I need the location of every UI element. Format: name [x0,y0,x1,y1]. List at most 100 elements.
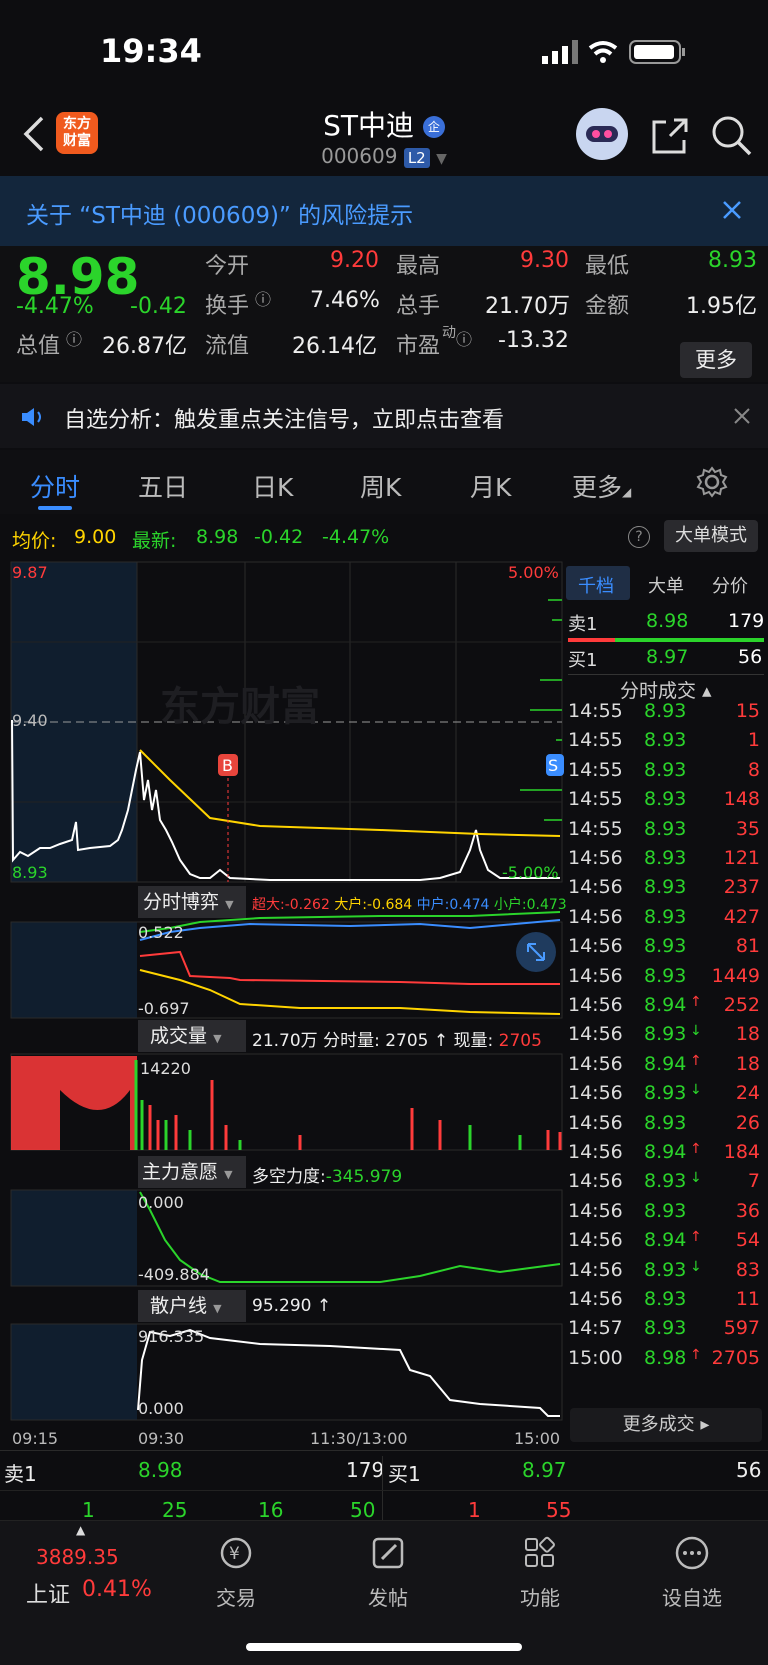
settings-gear-icon[interactable] [696,466,728,498]
side-tab-orderbook[interactable]: 千档 [578,572,614,598]
side-tab-big-orders[interactable]: 大单 [648,572,684,598]
trade-direction: ↓ [690,1170,702,1187]
trade-row: 14:55 8.93 1 [568,729,764,760]
amount-label: 金额 [585,294,630,319]
robot-avatar-icon[interactable] [576,108,628,160]
side-tab-price-dist[interactable]: 分价 [712,572,748,598]
trade-price: 8.93 [644,905,687,928]
latest-pct: -4.47% [322,526,390,548]
change-amount: -0.42 [130,294,187,319]
trade-row: 14:57 8.93 597 [568,1317,764,1348]
nav-trade[interactable]: ¥ 交易 [186,1535,286,1611]
more-button[interactable]: 更多 [680,342,752,378]
time-label: 09:15 [12,1429,58,1448]
mcap-value: 26.87亿 [102,334,187,359]
high-value: 9.30 [520,248,569,273]
volume-dropdown[interactable]: 成交量 ▼ [138,1020,246,1052]
risk-warning-bar[interactable]: 关于 “ST中迪 (000609)” 的风险提示 [0,176,768,246]
bo-mid: 中户:0.474 [416,897,490,913]
trade-row: 14:56 8.93 26 [568,1112,764,1143]
help-icon[interactable]: ? [628,526,650,548]
bo-dropdown[interactable]: 分时博弈 ▼ [138,886,246,918]
bottom-orderbook: 卖1 8.98 179 买1 8.97 56 1 25 16 50 1 55 [0,1450,768,1530]
pe-label: 市盈 [396,334,441,359]
bo-super: 超大:-0.262 [252,897,330,913]
share-icon[interactable] [650,116,690,156]
svg-text:¥: ¥ [229,1544,240,1564]
active-tab-indicator [38,506,72,510]
tab-week-k[interactable]: 周K [360,468,401,504]
change-percent: -4.47% [16,294,94,319]
trade-price: 8.94 [644,994,687,1016]
trade-volume: 121 [723,847,760,869]
trade-time: 14:55 [568,788,623,811]
bid-count: 55 [546,1498,572,1522]
trade-row: 14:56 8.93 ↓ 83 [568,1259,764,1290]
retail-dropdown[interactable]: 散户线 ▼ [138,1290,246,1322]
trades-title[interactable]: 分时成交 ▴ [620,676,712,703]
price-top-label: 9.87 [12,563,48,582]
tab-more[interactable]: 更多◢ [572,468,631,504]
trade-volume: 11 [735,1288,760,1310]
bid-price: 8.97 [646,646,689,668]
index-value[interactable]: 3889.35 [36,1545,119,1569]
bid-count: 1 [468,1498,481,1522]
volume-summary: 21.70万 分时量: 2705 ↑ 现量: 2705 [252,1031,542,1051]
mcap-label: 总值 [16,334,61,359]
bo-big: 大户:-0.684 [334,897,413,913]
close-icon[interactable] [734,408,750,424]
risk-warning-text[interactable]: 关于 “ST中迪 (000609)” 的风险提示 [26,196,413,230]
tab-month-k[interactable]: 月K [470,468,511,504]
retail-min: 0.000 [138,1399,184,1418]
info-icon[interactable]: ⓘ [66,326,82,350]
open-label: 今开 [205,254,250,279]
trade-row: 14:56 8.94 ↑ 184 [568,1141,764,1172]
trade-row: 14:56 8.93 11 [568,1288,764,1319]
tab-day-k[interactable]: 日K [252,468,293,504]
tab-intraday[interactable]: 分时 [30,468,80,504]
trade-price: 8.93 [644,788,687,811]
index-pct[interactable]: 0.41% [82,1577,152,1602]
info-icon[interactable]: ⓘ [255,286,271,310]
trade-direction: ↑ [690,1141,702,1157]
ask-volume: 179 [728,610,765,632]
bid-label: 买1 [568,650,598,671]
tab-five-day[interactable]: 五日 [138,468,188,504]
trade-row: 14:56 8.93 1449 [568,965,764,996]
ask-count: 16 [258,1498,284,1522]
search-icon[interactable] [710,114,754,158]
pe-type: 动 [442,325,456,341]
float-label: 流值 [205,334,250,359]
nav-post[interactable]: 发帖 [338,1535,438,1611]
status-icons [542,40,685,64]
ask-count: 50 [350,1498,376,1522]
trade-time: 14:56 [568,905,623,928]
notice-text[interactable]: 自选分析：触发重点关注信号，立即点击查看 [64,402,504,434]
time-label: 11:30/13:00 [310,1429,408,1448]
nav-functions[interactable]: 功能 [490,1535,590,1611]
big-order-mode-button[interactable]: 大单模式 [664,520,758,552]
trade-price: 8.93 [644,1111,687,1134]
trade-price: 8.93 [644,1317,687,1340]
notice-bar[interactable]: 自选分析：触发重点关注信号，立即点击查看 [0,384,768,448]
trade-volume: 7 [747,1170,760,1193]
trade-time: 14:55 [568,758,623,781]
intent-dropdown[interactable]: 主力意愿 ▼ [138,1156,246,1188]
trade-volume: 26 [735,1111,760,1134]
watermark: 东方财富 [160,684,320,730]
trade-direction: ↑ [690,994,702,1010]
trade-row: 14:56 8.94 ↑ 54 [568,1229,764,1260]
close-icon[interactable] [722,200,742,220]
trade-time: 14:56 [568,964,623,987]
trade-row: 14:56 8.93 237 [568,876,764,907]
trade-volume: 148 [723,788,760,811]
index-name[interactable]: 上证 [26,1577,70,1609]
bottom-ask-vol: 179 [346,1458,385,1482]
price-mid-label: 9.40 [12,711,48,730]
nav-add-watchlist[interactable]: 设自选 [642,1535,742,1611]
info-icon[interactable]: ⓘ [456,326,472,350]
clock: 19:34 [100,32,202,70]
trade-row: 14:55 8.93 35 [568,818,764,849]
more-trades-button[interactable]: 更多成交 ▸ [570,1408,762,1442]
down-pct-label: -5.00% [502,863,559,882]
